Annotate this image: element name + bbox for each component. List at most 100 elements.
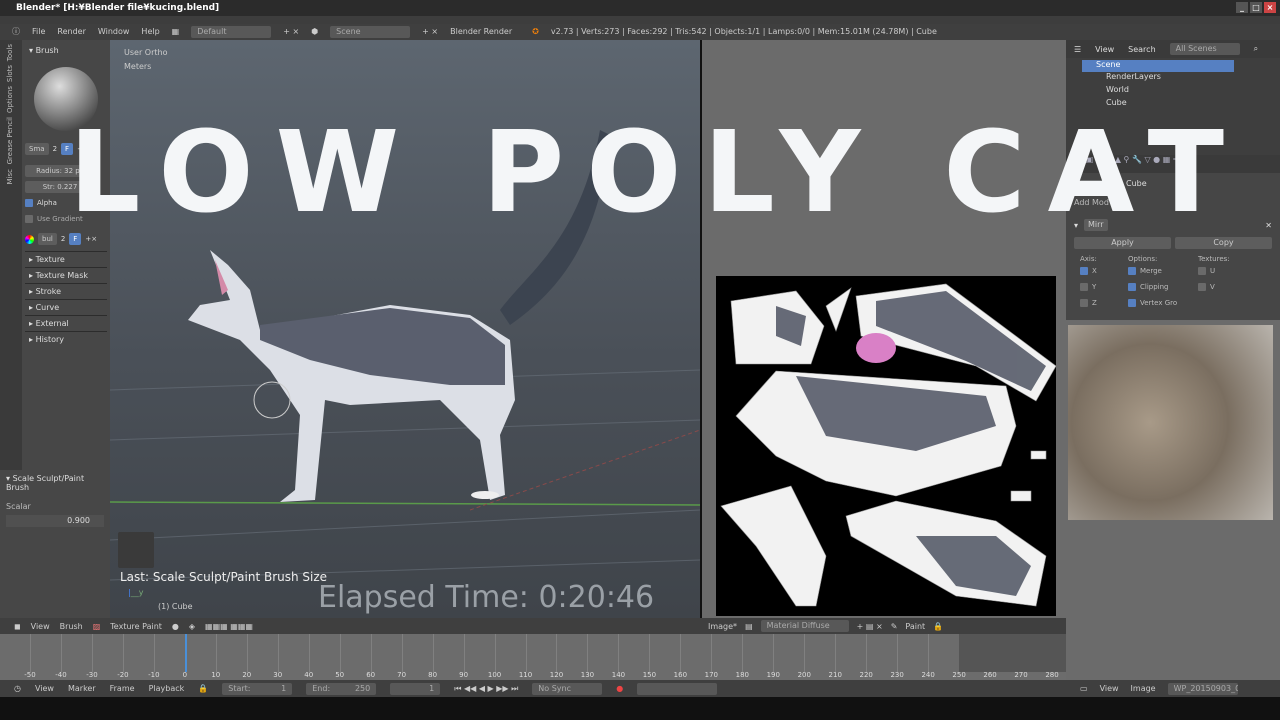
reference-cat-photo[interactable] — [1068, 325, 1273, 520]
outliner-editor-icon[interactable]: ☰ — [1074, 45, 1081, 54]
timeline-tick — [494, 634, 496, 672]
timeline-tick-label: 60 — [366, 671, 376, 679]
timeline-tick-label: 0 — [182, 671, 188, 679]
axis-gizmo: |__y — [128, 588, 144, 597]
menu-view[interactable]: View — [1100, 684, 1119, 693]
v-checkbox[interactable] — [1198, 283, 1206, 291]
layers-icon[interactable]: ▦▦▦ ▦▦▦ — [205, 622, 253, 631]
brush-panel-header[interactable]: ▾ Brush — [25, 43, 107, 59]
screen-layout-icon[interactable]: ▦ — [172, 24, 180, 40]
add-close-scene[interactable]: + × — [422, 24, 438, 40]
tab-slots[interactable]: Slots — [6, 65, 14, 82]
timeline-tick — [742, 634, 744, 672]
keying-set-field[interactable] — [637, 682, 718, 695]
image-name-field[interactable]: Material Diffuse Color — [760, 620, 849, 642]
timeline[interactable]: -50 -40 -30 -20 -10 0 10 20 30 40 50 60 70 80 90 100 110… — [0, 634, 1066, 680]
timeline-tick-label: 260 — [983, 671, 997, 679]
image-browse-icon[interactable]: ▤ — [745, 622, 753, 631]
apply-button[interactable]: Apply — [1074, 237, 1171, 249]
timeline-tick-label: 220 — [859, 671, 873, 679]
timeline-tick — [804, 634, 806, 672]
elapsed-time: Elapsed Time: 0:20:46 — [318, 580, 655, 615]
outliner-menu-view[interactable]: View — [1095, 45, 1114, 54]
record-button[interactable]: ● — [616, 684, 623, 693]
panel-texture-mask[interactable]: ▸ Texture Mask — [25, 267, 107, 283]
mouse-indicator-icon — [118, 532, 154, 568]
image-name-field[interactable]: WP_20150903_09... — [1167, 682, 1238, 695]
redo-panel-title[interactable]: ▾ Scale Sculpt/Paint Brush — [6, 474, 104, 492]
lock-icon[interactable]: 🔒 — [198, 684, 208, 693]
current-frame-field[interactable]: 1 — [390, 682, 441, 695]
image-editor-2-header: ▭ View Image WP_20150903_09... — [1066, 680, 1280, 697]
outliner-item-renderlayers[interactable]: RenderLayers — [1066, 72, 1280, 85]
current-frame-indicator[interactable] — [184, 634, 187, 672]
image-new-open-unlink[interactable]: + ▤ × — [857, 622, 883, 631]
screen-layout-field[interactable]: Default — [191, 26, 272, 38]
timeline-tick — [525, 634, 527, 672]
editor-type-icon[interactable]: ▭ — [1080, 684, 1088, 693]
menu-playback[interactable]: Playback — [149, 684, 185, 693]
timeline-tick-label: -50 — [24, 671, 36, 679]
menu-brush[interactable]: Brush — [60, 622, 83, 631]
editor-type-icon[interactable]: ◷ — [14, 684, 21, 693]
timeline-tick — [91, 634, 93, 672]
sync-select[interactable]: No Sync — [532, 682, 603, 695]
u-checkbox[interactable] — [1198, 267, 1206, 275]
render-engine-select[interactable]: Blender Render — [450, 24, 520, 40]
uv-texture-image[interactable] — [716, 276, 1056, 616]
shading-icon[interactable]: ● — [172, 622, 179, 631]
panel-stroke[interactable]: ▸ Stroke — [25, 283, 107, 299]
menu-frame[interactable]: Frame — [110, 684, 135, 693]
pivot-icon[interactable]: ◈ — [189, 622, 195, 631]
add-close-layout[interactable]: + × — [283, 24, 299, 40]
timeline-tick-label: 40 — [304, 671, 314, 679]
pin-icon[interactable]: ✎ — [891, 622, 898, 631]
video-title-overlay: LOW POLY CAT — [68, 108, 1246, 238]
outliner-filter-select[interactable]: All Scenes — [1169, 43, 1240, 55]
vertex-group-checkbox[interactable] — [1128, 299, 1136, 307]
editor-type-icon[interactable]: ⓘ — [12, 24, 20, 40]
scene-field[interactable]: Scene — [330, 26, 411, 38]
outliner-item-scene[interactable]: Scene — [1082, 60, 1234, 72]
menu-file[interactable]: File — [32, 24, 45, 40]
menu-render[interactable]: Render — [57, 24, 85, 40]
copy-button[interactable]: Copy — [1175, 237, 1272, 249]
timeline-tick — [246, 634, 248, 672]
outliner-item-world[interactable]: World — [1066, 85, 1280, 98]
panel-external[interactable]: ▸ External — [25, 315, 107, 331]
search-icon[interactable]: ⌕ — [1254, 44, 1258, 54]
menu-view[interactable]: View — [35, 684, 54, 693]
end-frame-field[interactable]: End: 250 — [306, 682, 377, 695]
axis-z-checkbox[interactable] — [1080, 299, 1088, 307]
paint-mode-select[interactable]: Paint — [905, 622, 925, 631]
clipping-checkbox[interactable] — [1128, 283, 1136, 291]
merge-checkbox[interactable] — [1128, 267, 1136, 275]
info-header: ⓘ File Render Window Help ▦ Default + × … — [0, 24, 1280, 40]
minimize-button[interactable]: _ — [1236, 2, 1248, 13]
axis-y-checkbox[interactable] — [1080, 283, 1088, 291]
scalar-field[interactable]: 0.900 — [6, 515, 104, 527]
image-menu[interactable]: Image* — [708, 622, 737, 631]
lock-icon[interactable]: 🔒 — [933, 622, 943, 631]
outliner-menu-search[interactable]: Search — [1128, 45, 1155, 54]
timeline-tick-label: -40 — [55, 671, 67, 679]
menu-help[interactable]: Help — [141, 24, 159, 40]
maximize-button[interactable]: □ — [1250, 2, 1262, 13]
scene-icon[interactable]: ⬢ — [311, 24, 318, 40]
timeline-tick-label: -20 — [117, 671, 129, 679]
axis-x-checkbox[interactable] — [1080, 267, 1088, 275]
panel-texture[interactable]: ▸ Texture — [25, 251, 107, 267]
start-frame-field[interactable]: Start: 1 — [222, 682, 293, 695]
close-button[interactable]: × — [1264, 2, 1276, 13]
tab-tools[interactable]: Tools — [6, 44, 14, 61]
menu-image[interactable]: Image — [1131, 684, 1156, 693]
menu-marker[interactable]: Marker — [68, 684, 96, 693]
window-title-bar: Blender* [H:¥Blender file¥kucing.blend] … — [0, 0, 1280, 16]
menu-window[interactable]: Window — [98, 24, 130, 40]
panel-curve[interactable]: ▸ Curve — [25, 299, 107, 315]
mode-select[interactable]: Texture Paint — [110, 622, 162, 631]
editor-type-icon[interactable]: ◼ — [14, 622, 21, 631]
playback-controls[interactable]: ⏮ ◀◀ ◀ ▶ ▶▶ ⏭ — [454, 684, 518, 694]
menu-view[interactable]: View — [31, 622, 50, 631]
panel-history[interactable]: ▸ History — [25, 331, 107, 347]
